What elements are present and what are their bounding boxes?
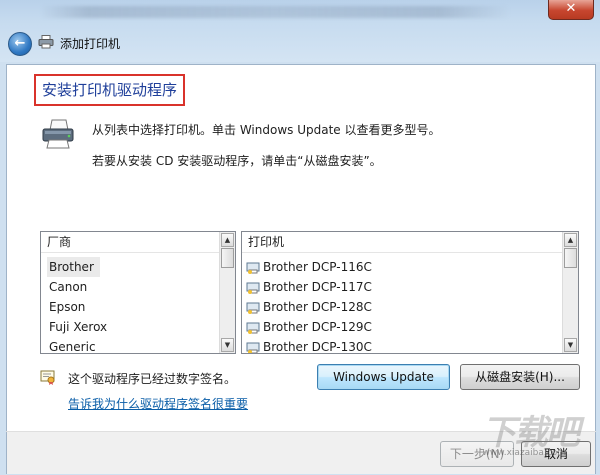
scroll-down-icon[interactable]: ▼ xyxy=(221,338,234,352)
manufacturer-item[interactable]: Epson xyxy=(49,297,85,317)
back-arrow-icon: ← xyxy=(14,36,26,51)
printer-driver-icon xyxy=(246,342,260,353)
window-title-bar xyxy=(0,0,600,62)
blurred-window-caption xyxy=(40,6,510,18)
printer-item-label: Brother DCP-128C xyxy=(263,300,372,314)
watermark-logo: 下载吧 xyxy=(482,413,580,453)
printer-icon xyxy=(38,35,54,49)
printer-icon xyxy=(42,119,74,149)
printer-item-label: Brother DCP-129C xyxy=(263,320,372,334)
printer-item[interactable]: Brother DCP-116C xyxy=(246,257,372,277)
manufacturer-list[interactable]: 厂商 Brother Canon Epson Fuji Xerox Generi… xyxy=(40,231,236,354)
have-disk-button[interactable]: 从磁盘安装(H)... xyxy=(460,364,580,390)
printer-column-header: 打印机 xyxy=(242,232,562,253)
printer-list[interactable]: 打印机 Brother DCP-116C Brother DCP-117C Br… xyxy=(241,231,579,354)
back-button[interactable]: ← xyxy=(8,32,32,56)
close-button[interactable]: ✕ xyxy=(548,0,594,20)
certificate-icon xyxy=(40,370,55,385)
printer-scrollbar[interactable]: ▲ ▼ xyxy=(562,232,578,353)
manufacturer-column-header: 厂商 xyxy=(41,232,219,253)
printer-driver-icon xyxy=(246,282,260,294)
close-icon: ✕ xyxy=(565,1,577,16)
manufacturer-item[interactable]: Canon xyxy=(49,277,87,297)
signature-status: 这个驱动程序已经过数字签名。 xyxy=(68,372,237,386)
printer-driver-icon xyxy=(246,262,260,274)
watermark-url: www.xiazaiba.com xyxy=(482,448,566,458)
printer-item[interactable]: Brother DCP-117C xyxy=(246,277,372,297)
printer-item[interactable]: Brother DCP-130C xyxy=(246,337,372,354)
printer-item[interactable]: Brother DCP-129C xyxy=(246,317,372,337)
windows-update-button[interactable]: Windows Update xyxy=(317,364,450,390)
scroll-up-icon[interactable]: ▲ xyxy=(221,233,234,247)
manufacturer-item[interactable]: Fuji Xerox xyxy=(49,317,107,337)
scroll-down-icon[interactable]: ▼ xyxy=(564,338,577,352)
printer-driver-icon xyxy=(246,302,260,314)
info-text-disk: 若要从安装 CD 安装驱动程序，请单击“从磁盘安装”。 xyxy=(92,154,382,168)
info-text-select: 从列表中选择打印机。单击 Windows Update 以查看更多型号。 xyxy=(92,123,441,137)
manufacturer-scrollbar[interactable]: ▲ ▼ xyxy=(219,232,235,353)
manufacturer-item[interactable]: Brother xyxy=(47,257,100,277)
printer-item-label: Brother DCP-117C xyxy=(263,280,372,294)
signature-info-link[interactable]: 告诉我为什么驱动程序签名很重要 xyxy=(68,395,248,412)
scroll-thumb[interactable] xyxy=(564,248,577,268)
scroll-up-icon[interactable]: ▲ xyxy=(564,233,577,247)
printer-item[interactable]: Brother DCP-128C xyxy=(246,297,372,317)
manufacturer-item[interactable]: Generic xyxy=(49,337,96,353)
printer-driver-icon xyxy=(246,322,260,334)
page-heading: 安装打印机驱动程序 xyxy=(34,74,186,106)
printer-item-label: Brother DCP-116C xyxy=(263,260,372,274)
window-title: 添加打印机 xyxy=(60,37,121,51)
scroll-thumb[interactable] xyxy=(221,248,234,268)
printer-item-label: Brother DCP-130C xyxy=(263,340,372,354)
